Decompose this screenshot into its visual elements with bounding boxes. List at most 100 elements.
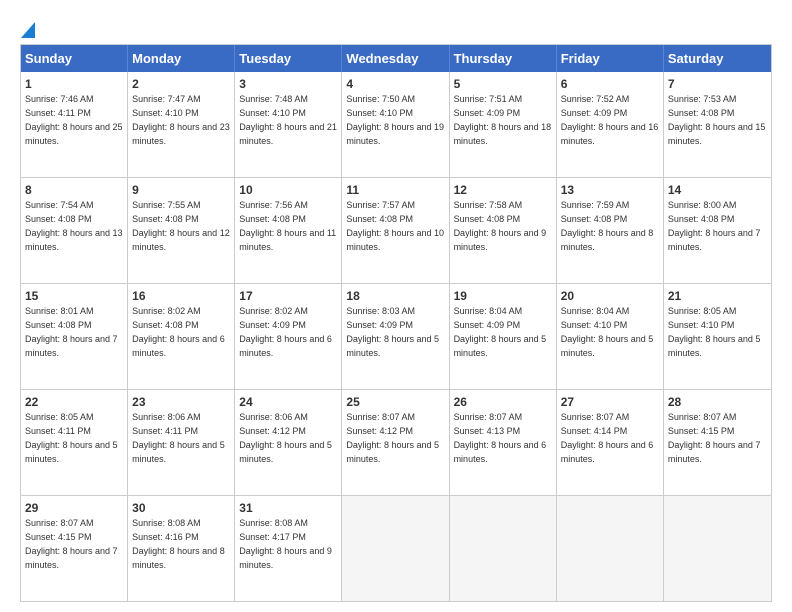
calendar-cell: 7Sunrise: 7:53 AM Sunset: 4:08 PM Daylig… xyxy=(664,72,771,177)
calendar-header-cell: Saturday xyxy=(664,45,771,72)
calendar-cell: 18 Sunrise: 8:03 AM Sunset: 4:09 PM Dayli… xyxy=(342,284,449,389)
calendar-cell: 2Sunrise: 7:47 AM Sunset: 4:10 PM Daylig… xyxy=(128,72,235,177)
calendar-header-cell: Wednesday xyxy=(342,45,449,72)
cell-info: Sunrise: 7:55 AM Sunset: 4:08 PM Dayligh… xyxy=(132,200,230,251)
calendar-cell xyxy=(557,496,664,601)
logo-icon xyxy=(20,18,35,38)
day-number: 20 xyxy=(561,288,659,304)
day-number: 13 xyxy=(561,182,659,198)
calendar-cell: 23 Sunrise: 8:06 AM Sunset: 4:11 PM Dayli… xyxy=(128,390,235,495)
cell-info: Sunrise: 7:46 AM Sunset: 4:11 PM Dayligh… xyxy=(25,94,123,145)
day-number: 30 xyxy=(132,500,230,516)
calendar-cell: 4Sunrise: 7:50 AM Sunset: 4:10 PM Daylig… xyxy=(342,72,449,177)
day-number: 7 xyxy=(668,76,767,92)
calendar-row: 29 Sunrise: 8:07 AM Sunset: 4:15 PM Dayli… xyxy=(21,496,771,601)
calendar-cell: 8 Sunrise: 7:54 AM Sunset: 4:08 PM Daylig… xyxy=(21,178,128,283)
page: SundayMondayTuesdayWednesdayThursdayFrid… xyxy=(0,0,792,612)
day-number: 19 xyxy=(454,288,552,304)
calendar-cell: 9 Sunrise: 7:55 AM Sunset: 4:08 PM Daylig… xyxy=(128,178,235,283)
day-number: 23 xyxy=(132,394,230,410)
calendar-cell: 17 Sunrise: 8:02 AM Sunset: 4:09 PM Dayli… xyxy=(235,284,342,389)
calendar-cell: 15 Sunrise: 8:01 AM Sunset: 4:08 PM Dayli… xyxy=(21,284,128,389)
calendar-cell: 30 Sunrise: 8:08 AM Sunset: 4:16 PM Dayli… xyxy=(128,496,235,601)
day-number: 9 xyxy=(132,182,230,198)
day-number: 17 xyxy=(239,288,337,304)
calendar: SundayMondayTuesdayWednesdayThursdayFrid… xyxy=(20,44,772,602)
calendar-row: 15 Sunrise: 8:01 AM Sunset: 4:08 PM Dayli… xyxy=(21,284,771,390)
calendar-header-cell: Tuesday xyxy=(235,45,342,72)
logo-triangle-icon xyxy=(21,18,35,38)
calendar-cell: 20 Sunrise: 8:04 AM Sunset: 4:10 PM Dayli… xyxy=(557,284,664,389)
cell-info: Sunrise: 8:00 AM Sunset: 4:08 PM Dayligh… xyxy=(668,200,761,251)
day-number: 21 xyxy=(668,288,767,304)
day-number: 8 xyxy=(25,182,123,198)
day-number: 10 xyxy=(239,182,337,198)
cell-info: Sunrise: 7:58 AM Sunset: 4:08 PM Dayligh… xyxy=(454,200,547,251)
calendar-header-cell: Monday xyxy=(128,45,235,72)
cell-info: Sunrise: 8:06 AM Sunset: 4:12 PM Dayligh… xyxy=(239,412,332,463)
day-number: 1 xyxy=(25,76,123,92)
day-number: 18 xyxy=(346,288,444,304)
calendar-cell: 29 Sunrise: 8:07 AM Sunset: 4:15 PM Dayli… xyxy=(21,496,128,601)
cell-info: Sunrise: 8:06 AM Sunset: 4:11 PM Dayligh… xyxy=(132,412,225,463)
calendar-cell: 31 Sunrise: 8:08 AM Sunset: 4:17 PM Dayli… xyxy=(235,496,342,601)
calendar-header-cell: Sunday xyxy=(21,45,128,72)
cell-info: Sunrise: 8:03 AM Sunset: 4:09 PM Dayligh… xyxy=(346,306,439,357)
calendar-cell: 10 Sunrise: 7:56 AM Sunset: 4:08 PM Dayli… xyxy=(235,178,342,283)
calendar-header-cell: Friday xyxy=(557,45,664,72)
calendar-cell: 16 Sunrise: 8:02 AM Sunset: 4:08 PM Dayli… xyxy=(128,284,235,389)
day-number: 3 xyxy=(239,76,337,92)
day-number: 29 xyxy=(25,500,123,516)
cell-info: Sunrise: 7:59 AM Sunset: 4:08 PM Dayligh… xyxy=(561,200,654,251)
calendar-cell: 11Sunrise: 7:57 AM Sunset: 4:08 PM Dayli… xyxy=(342,178,449,283)
cell-info: Sunrise: 7:54 AM Sunset: 4:08 PM Dayligh… xyxy=(25,200,123,251)
cell-info: Sunrise: 8:05 AM Sunset: 4:11 PM Dayligh… xyxy=(25,412,118,463)
day-number: 12 xyxy=(454,182,552,198)
calendar-cell: 24 Sunrise: 8:06 AM Sunset: 4:12 PM Dayli… xyxy=(235,390,342,495)
day-number: 27 xyxy=(561,394,659,410)
day-number: 25 xyxy=(346,394,444,410)
calendar-row: 22 Sunrise: 8:05 AM Sunset: 4:11 PM Dayli… xyxy=(21,390,771,496)
calendar-cell: 5Sunrise: 7:51 AM Sunset: 4:09 PM Daylig… xyxy=(450,72,557,177)
cell-info: Sunrise: 8:07 AM Sunset: 4:15 PM Dayligh… xyxy=(668,412,761,463)
day-number: 15 xyxy=(25,288,123,304)
calendar-cell: 28 Sunrise: 8:07 AM Sunset: 4:15 PM Dayli… xyxy=(664,390,771,495)
calendar-header: SundayMondayTuesdayWednesdayThursdayFrid… xyxy=(21,45,771,72)
cell-info: Sunrise: 7:50 AM Sunset: 4:10 PM Dayligh… xyxy=(346,94,444,145)
cell-info: Sunrise: 8:02 AM Sunset: 4:08 PM Dayligh… xyxy=(132,306,225,357)
logo xyxy=(20,18,35,34)
cell-info: Sunrise: 8:08 AM Sunset: 4:17 PM Dayligh… xyxy=(239,518,332,569)
calendar-row: 1 Sunrise: 7:46 AM Sunset: 4:11 PM Daylig… xyxy=(21,72,771,178)
cell-info: Sunrise: 7:56 AM Sunset: 4:08 PM Dayligh… xyxy=(239,200,336,251)
calendar-cell: 13 Sunrise: 7:59 AM Sunset: 4:08 PM Dayli… xyxy=(557,178,664,283)
cell-info: Sunrise: 7:48 AM Sunset: 4:10 PM Dayligh… xyxy=(239,94,337,145)
day-number: 24 xyxy=(239,394,337,410)
day-number: 31 xyxy=(239,500,337,516)
calendar-row: 8 Sunrise: 7:54 AM Sunset: 4:08 PM Daylig… xyxy=(21,178,771,284)
cell-info: Sunrise: 8:02 AM Sunset: 4:09 PM Dayligh… xyxy=(239,306,332,357)
day-number: 5 xyxy=(454,76,552,92)
day-number: 22 xyxy=(25,394,123,410)
header xyxy=(20,18,772,34)
cell-info: Sunrise: 8:01 AM Sunset: 4:08 PM Dayligh… xyxy=(25,306,118,357)
cell-info: Sunrise: 8:07 AM Sunset: 4:13 PM Dayligh… xyxy=(454,412,547,463)
day-number: 14 xyxy=(668,182,767,198)
day-number: 28 xyxy=(668,394,767,410)
cell-info: Sunrise: 8:04 AM Sunset: 4:10 PM Dayligh… xyxy=(561,306,654,357)
day-number: 6 xyxy=(561,76,659,92)
calendar-cell xyxy=(450,496,557,601)
day-number: 16 xyxy=(132,288,230,304)
day-number: 2 xyxy=(132,76,230,92)
cell-info: Sunrise: 8:08 AM Sunset: 4:16 PM Dayligh… xyxy=(132,518,225,569)
calendar-cell xyxy=(342,496,449,601)
calendar-cell: 6Sunrise: 7:52 AM Sunset: 4:09 PM Daylig… xyxy=(557,72,664,177)
cell-info: Sunrise: 8:04 AM Sunset: 4:09 PM Dayligh… xyxy=(454,306,547,357)
calendar-cell: 27Sunrise: 8:07 AM Sunset: 4:14 PM Dayli… xyxy=(557,390,664,495)
calendar-cell: 25Sunrise: 8:07 AM Sunset: 4:12 PM Dayli… xyxy=(342,390,449,495)
day-number: 11 xyxy=(346,182,444,198)
calendar-header-cell: Thursday xyxy=(450,45,557,72)
cell-info: Sunrise: 8:05 AM Sunset: 4:10 PM Dayligh… xyxy=(668,306,761,357)
cell-info: Sunrise: 8:07 AM Sunset: 4:15 PM Dayligh… xyxy=(25,518,118,569)
calendar-cell: 19 Sunrise: 8:04 AM Sunset: 4:09 PM Dayli… xyxy=(450,284,557,389)
calendar-cell: 26Sunrise: 8:07 AM Sunset: 4:13 PM Dayli… xyxy=(450,390,557,495)
